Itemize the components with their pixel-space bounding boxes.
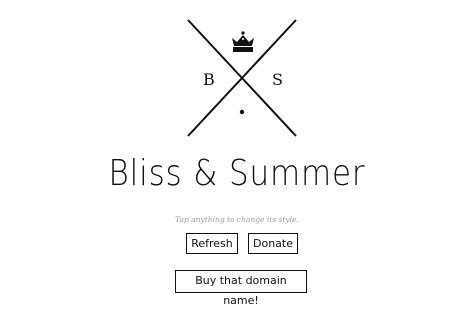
brand-title[interactable]: Bliss & Summer <box>33 152 441 196</box>
monogram-logo[interactable]: B S <box>186 18 298 138</box>
monogram-letter-s: S <box>272 70 283 89</box>
buy-domain-button[interactable]: Buy that domain name! <box>175 270 307 307</box>
monogram-letter-b: B <box>203 70 215 89</box>
crown-icon <box>232 31 254 52</box>
dot-icon <box>239 109 245 115</box>
monogram-svg: B S <box>187 19 297 137</box>
donate-button[interactable]: Donate <box>248 233 298 254</box>
style-hint: Tap anything to change its style. <box>175 215 299 224</box>
refresh-button[interactable]: Refresh <box>186 233 238 254</box>
